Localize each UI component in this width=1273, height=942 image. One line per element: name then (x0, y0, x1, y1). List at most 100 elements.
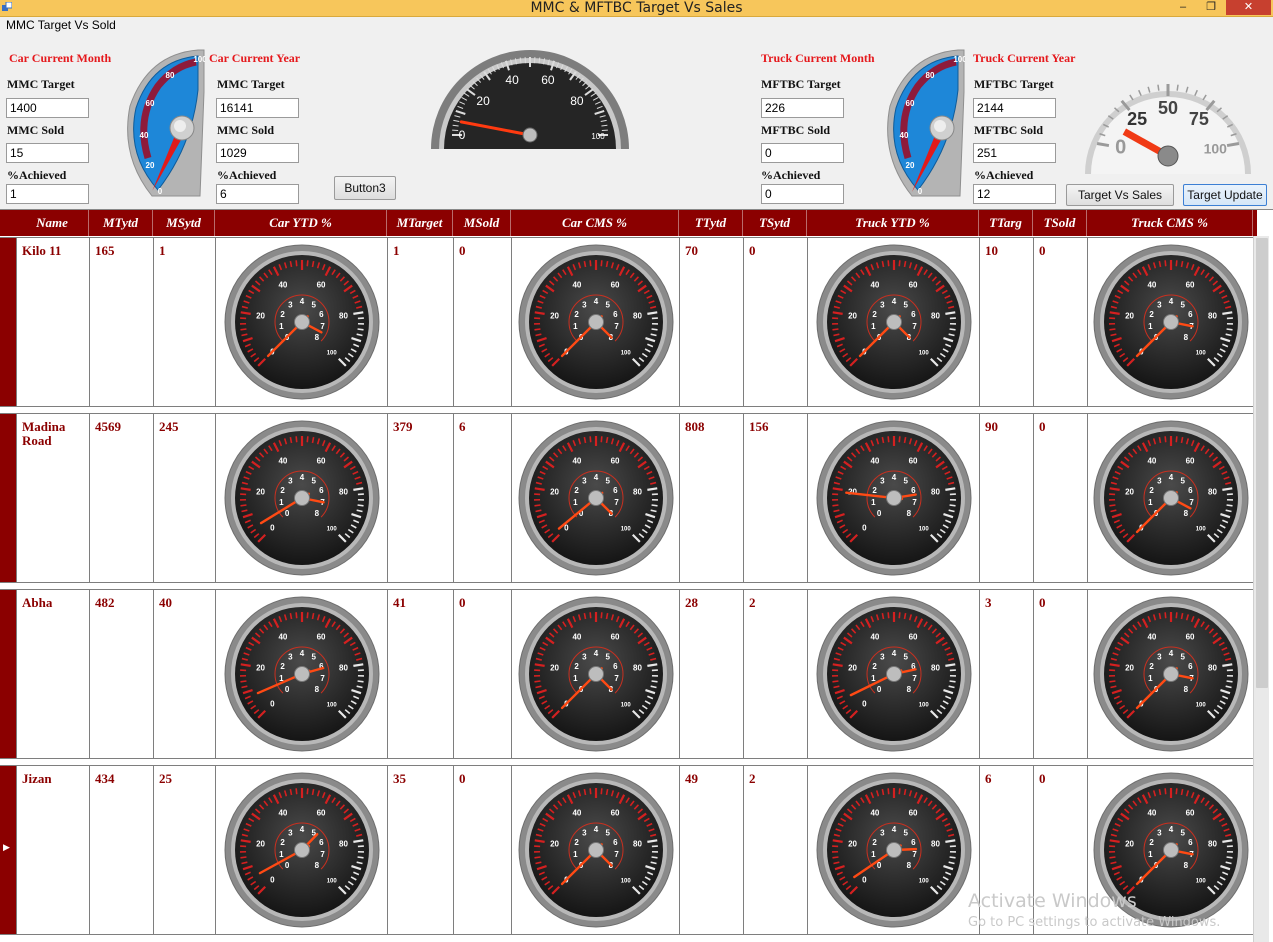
header-col-truck-ytd[interactable]: Truck YTD % (807, 210, 979, 236)
cell-msytd[interactable]: 245 (153, 414, 215, 582)
row-header[interactable] (0, 238, 16, 406)
gauge-inner-label: 6 (613, 310, 618, 319)
header-col-msytd[interactable]: MSytd (153, 210, 215, 236)
target-update-button[interactable]: Target Update (1183, 184, 1267, 206)
cell-mtarget[interactable]: 35 (387, 766, 453, 934)
gauge-tick (311, 436, 315, 444)
gauge-tick (605, 260, 609, 268)
cell-tsytd[interactable]: 2 (743, 590, 807, 758)
cell-ttytd[interactable]: 70 (679, 238, 743, 406)
cell-ttarg[interactable]: 90 (979, 414, 1033, 582)
table-row[interactable]: Abha482400204060801000123456784100204060… (0, 589, 1253, 759)
header-col-tsytd[interactable]: TSytd (743, 210, 807, 236)
cell-name[interactable]: Kilo 11 (16, 238, 89, 406)
cell-tsytd[interactable]: 0 (743, 238, 807, 406)
car-year-achieved-field[interactable] (216, 184, 299, 204)
cell-msytd[interactable]: 40 (153, 590, 215, 758)
cell-truck-ytd-gauge[interactable]: 020406080100012345678 (807, 766, 979, 934)
cell-tsytd[interactable]: 2 (743, 766, 807, 934)
vertical-scrollbar[interactable] (1253, 236, 1269, 942)
row-header[interactable] (0, 590, 16, 758)
header-col-msold[interactable]: MSold (453, 210, 511, 236)
gauge-inner-label: 2 (574, 310, 579, 319)
cell-truck-cms-gauge[interactable]: 020406080100012345678 (1087, 590, 1253, 758)
cell-mtarget[interactable]: 41 (387, 590, 453, 758)
scrollbar-thumb[interactable] (1256, 238, 1268, 688)
header-col-tsold[interactable]: TSold (1033, 210, 1087, 236)
car-year-sold-field[interactable] (216, 143, 299, 163)
cell-mtytd[interactable]: 165 (89, 238, 153, 406)
header-col-name[interactable]: Name (16, 210, 89, 236)
target-vs-sales-button[interactable]: Target Vs Sales (1066, 184, 1174, 206)
row-header[interactable] (0, 414, 16, 582)
cell-msold[interactable]: 6 (453, 414, 511, 582)
cell-truck-ytd-gauge[interactable]: 020406080100012345678 (807, 590, 979, 758)
maximize-button[interactable]: ❐ (1198, 0, 1224, 15)
cell-msold[interactable]: 0 (453, 590, 511, 758)
truck-year-achieved-field[interactable] (973, 184, 1056, 204)
cell-mtytd[interactable]: 482 (89, 590, 153, 758)
truck-year-target-field[interactable] (973, 98, 1056, 118)
header-col-car-ytd[interactable]: Car YTD % (215, 210, 387, 236)
truck-year-sold-field[interactable] (973, 143, 1056, 163)
header-col-mtarget[interactable]: MTarget (387, 210, 453, 236)
cell-msold[interactable]: 0 (453, 766, 511, 934)
minimize-button[interactable]: – (1170, 0, 1196, 15)
table-row[interactable]: Kilo 11165102040608010001234567810020406… (0, 237, 1253, 407)
gauge-inner-label: 1 (573, 498, 578, 507)
cell-mtarget[interactable]: 1 (387, 238, 453, 406)
row-header[interactable] (0, 766, 16, 934)
cell-tsold[interactable]: 0 (1033, 414, 1087, 582)
header-col-truck-cms[interactable]: Truck CMS % (1087, 210, 1253, 236)
gauge-inner-label: 1 (871, 498, 876, 507)
truck-month-sold-field[interactable] (761, 143, 844, 163)
cell-car-cms-gauge[interactable]: 020406080100012345678 (511, 590, 679, 758)
cell-car-cms-gauge[interactable]: 020406080100012345678 (511, 766, 679, 934)
cell-truck-cms-gauge[interactable]: 020406080100012345678 (1087, 414, 1253, 582)
car-month-target-field[interactable] (6, 98, 89, 118)
gauge-outer-label: 20 (550, 839, 559, 848)
cell-mtarget[interactable]: 379 (387, 414, 453, 582)
header-col-car-cms[interactable]: Car CMS % (511, 210, 679, 236)
truck-month-achieved-field[interactable] (761, 184, 844, 204)
car-month-sold-field[interactable] (6, 143, 89, 163)
cell-car-ytd-gauge[interactable]: 020406080100012345678 (215, 238, 387, 406)
cell-car-cms-gauge[interactable]: 020406080100012345678 (511, 238, 679, 406)
gauge-inner-label: 8 (1184, 685, 1189, 694)
header-col-ttarg[interactable]: TTarg (979, 210, 1033, 236)
car-year-target-field[interactable] (216, 98, 299, 118)
gauge-inner-label: 6 (319, 838, 324, 847)
gauge-tick (1194, 89, 1198, 97)
cell-car-ytd-gauge[interactable]: 020406080100012345678 (215, 414, 387, 582)
cell-msytd[interactable]: 1 (153, 238, 215, 406)
table-row[interactable]: Madina Road45692450204060801000123456783… (0, 413, 1253, 583)
cell-truck-ytd-gauge[interactable]: 020406080100012345678 (807, 238, 979, 406)
car-month-achieved-field[interactable] (6, 184, 89, 204)
cell-ttytd[interactable]: 49 (679, 766, 743, 934)
cell-car-cms-gauge[interactable]: 020406080100012345678 (511, 414, 679, 582)
cell-tsold[interactable]: 0 (1033, 238, 1087, 406)
cell-truck-ytd-gauge[interactable]: 020406080100012345678 (807, 414, 979, 582)
close-button[interactable]: ✕ (1226, 0, 1271, 15)
cell-ttytd[interactable]: 808 (679, 414, 743, 582)
cell-msytd[interactable]: 25 (153, 766, 215, 934)
header-col-mtytd[interactable]: MTytd (89, 210, 153, 236)
button3[interactable]: Button3 (334, 176, 396, 200)
cell-ttarg[interactable]: 3 (979, 590, 1033, 758)
header-col-ttytd[interactable]: TTytd (679, 210, 743, 236)
cell-tsold[interactable]: 0 (1033, 590, 1087, 758)
cell-name[interactable]: Jizan (16, 766, 89, 934)
cell-name[interactable]: Madina Road (16, 414, 89, 582)
cell-msold[interactable]: 0 (453, 238, 511, 406)
cell-car-ytd-gauge[interactable]: 020406080100012345678 (215, 766, 387, 934)
cell-ttarg[interactable]: 10 (979, 238, 1033, 406)
cell-name[interactable]: Abha (16, 590, 89, 758)
cell-ttytd[interactable]: 28 (679, 590, 743, 758)
gauge-inner-label: 7 (320, 322, 325, 331)
cell-mtytd[interactable]: 4569 (89, 414, 153, 582)
cell-tsytd[interactable]: 156 (743, 414, 807, 582)
cell-car-ytd-gauge[interactable]: 020406080100012345678 (215, 590, 387, 758)
cell-truck-cms-gauge[interactable]: 020406080100012345678 (1087, 238, 1253, 406)
cell-mtytd[interactable]: 434 (89, 766, 153, 934)
truck-month-target-field[interactable] (761, 98, 844, 118)
